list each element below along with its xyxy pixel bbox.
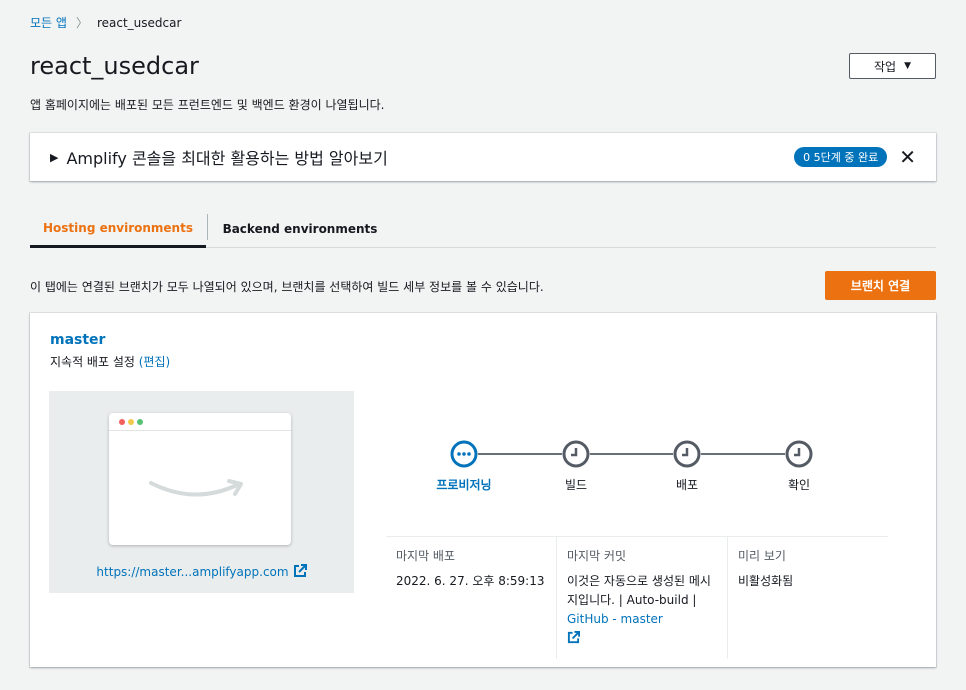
last-deploy-label: 마지막 배포 xyxy=(396,549,456,563)
step-connector xyxy=(590,453,673,455)
tab-backend-environments[interactable]: Backend environments xyxy=(210,210,390,248)
preview-thumbnail: https://master...amplifyapp.com xyxy=(49,391,354,593)
step-provision-icon xyxy=(450,440,478,468)
last-commit-message: 이것은 자동으로 생성된 메시지입니다. | Auto-build | xyxy=(567,574,711,607)
build-stepper: 프로비저닝 빌드 배포 확인 xyxy=(436,440,813,500)
continuous-deploy-label: 지속적 배포 설정 xyxy=(50,355,135,369)
yellow-dot xyxy=(128,419,134,425)
environment-tabs: Hosting environments Backend environment… xyxy=(30,210,936,248)
actions-button[interactable]: 작업 ▼ xyxy=(849,53,936,79)
tab-divider xyxy=(207,214,208,240)
close-icon[interactable]: ✕ xyxy=(899,147,916,167)
preview-column: 미리 보기 비활성화됨 xyxy=(727,537,888,659)
preview-url-text[interactable]: https://master...amplifyapp.com xyxy=(96,565,288,579)
actions-label: 작업 xyxy=(873,59,897,74)
last-commit-column: 마지막 커밋 이것은 자동으로 생성된 메시지입니다. | Auto-build… xyxy=(556,537,727,659)
page-title: react_usedcar xyxy=(30,52,199,80)
browser-illustration xyxy=(109,413,291,545)
step-verify-clock-icon xyxy=(785,440,813,468)
external-link-icon xyxy=(293,564,307,577)
progress-badge: 0 5단계 중 완료 xyxy=(794,147,888,167)
getting-started-banner: ▶ Amplify 콘솔을 최대한 활용하는 방법 알아보기 0 5단계 중 완… xyxy=(30,133,936,181)
connect-branch-button[interactable]: 브랜치 연결 xyxy=(825,271,936,300)
branch-card: master 지속적 배포 설정 (편집) https://master...a… xyxy=(30,313,936,667)
amazon-smile-icon xyxy=(149,479,243,497)
last-commit-value: 이것은 자동으로 생성된 메시지입니다. | Auto-build | GitH… xyxy=(567,572,717,648)
step-deploy-clock-icon xyxy=(673,440,701,468)
browser-bar xyxy=(109,413,291,431)
breadcrumb-all-apps-link[interactable]: 모든 앱 xyxy=(30,14,67,31)
step-label-build: 빌드 xyxy=(564,478,588,492)
continuous-deploy-line: 지속적 배포 설정 (편집) xyxy=(50,353,170,370)
last-deploy-value: 2022. 6. 27. 오후 8:59:13 xyxy=(396,574,545,588)
hosting-description: 이 탭에는 연결된 브랜치가 모두 나열되어 있으며, 브랜치를 선택하여 빌드… xyxy=(30,280,544,294)
preview-label: 미리 보기 xyxy=(738,549,786,563)
github-commit-link[interactable]: GitHub - master xyxy=(567,612,663,626)
green-dot xyxy=(137,419,143,425)
branch-name-link[interactable]: master xyxy=(50,332,105,348)
chevron-right-icon: 〉 xyxy=(75,16,88,30)
step-label-provision: 프로비저닝 xyxy=(436,478,492,492)
red-dot xyxy=(119,419,125,425)
breadcrumb-current: react_usedcar xyxy=(96,15,182,30)
preview-url-link[interactable]: https://master...amplifyapp.com xyxy=(49,564,354,579)
expand-triangle-icon[interactable]: ▶ xyxy=(50,151,58,164)
step-build-clock-icon xyxy=(562,440,590,468)
step-label-deploy: 배포 xyxy=(675,478,699,492)
tab-hosting-environments[interactable]: Hosting environments xyxy=(30,210,206,248)
caret-down-icon: ▼ xyxy=(904,61,911,71)
deploy-info-grid: 마지막 배포 2022. 6. 27. 오후 8:59:13 마지막 커밋 이것… xyxy=(386,536,888,659)
step-connector xyxy=(701,453,785,455)
last-commit-label: 마지막 커밋 xyxy=(567,549,627,563)
external-link-icon[interactable] xyxy=(567,631,580,644)
breadcrumb: 모든 앱 〉 react_usedcar xyxy=(30,14,181,31)
preview-value: 비활성화됨 xyxy=(738,574,794,588)
step-connector xyxy=(478,453,562,455)
last-deploy-column: 마지막 배포 2022. 6. 27. 오후 8:59:13 xyxy=(386,537,556,659)
step-label-verify: 확인 xyxy=(787,478,811,492)
edit-link[interactable]: (편집) xyxy=(139,355,170,369)
banner-title[interactable]: Amplify 콘솔을 최대한 활용하는 방법 알아보기 xyxy=(66,145,794,169)
page-description: 앱 홈페이지에는 배포된 모든 프런트엔드 및 백엔드 환경이 나열됩니다. xyxy=(30,98,385,112)
